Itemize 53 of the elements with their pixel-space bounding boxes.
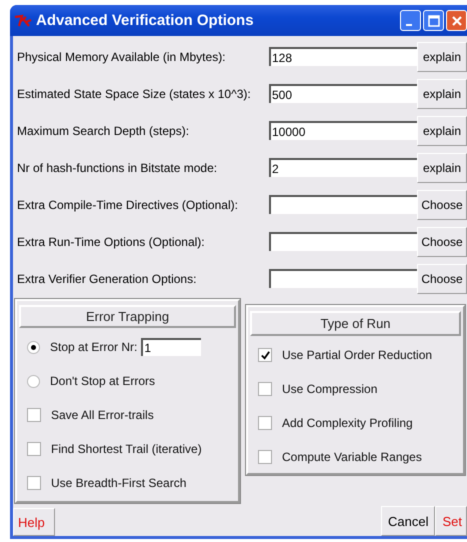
checkbox[interactable] <box>258 382 272 396</box>
option-label: Use Partial Order Reduction <box>282 348 432 362</box>
option-label: Stop at Error Nr: <box>50 340 138 354</box>
panel-title: Error Trapping <box>19 305 236 328</box>
side-button[interactable]: Choose <box>417 264 467 294</box>
field-label: Maximum Search Depth (steps): <box>16 124 190 138</box>
option-label: Use Breadth-First Search <box>51 476 186 490</box>
side-button[interactable]: Choose <box>417 190 467 220</box>
field-label: Extra Compile-Time Directives (Optional): <box>16 198 239 212</box>
side-button[interactable]: Choose <box>417 226 467 256</box>
cancel-button[interactable]: Cancel <box>381 506 436 536</box>
side-button[interactable]: explain <box>417 152 467 182</box>
input-field[interactable] <box>269 269 417 288</box>
radio-button[interactable] <box>27 374 40 388</box>
maximize-icon <box>426 14 440 28</box>
option-label: Use Compression <box>282 382 378 396</box>
input-field[interactable] <box>269 232 417 251</box>
side-button[interactable]: explain <box>417 42 467 72</box>
set-button[interactable]: Set <box>435 506 467 536</box>
input-field[interactable]: 1 <box>141 338 202 356</box>
option-label: Find Shortest Trail (iterative) <box>51 442 202 456</box>
side-button[interactable]: explain <box>417 78 467 108</box>
input-field[interactable]: 128 <box>269 47 417 66</box>
option-label: Don't Stop at Errors <box>50 374 155 388</box>
minimize-button[interactable] <box>400 10 421 31</box>
option-label: Add Complexity Profiling <box>282 416 413 430</box>
checkbox[interactable] <box>27 442 41 456</box>
minimize-icon <box>406 24 412 26</box>
radio-button[interactable] <box>27 340 40 354</box>
maximize-button[interactable] <box>423 10 444 31</box>
field-label: Nr of hash-functions in Bitstate mode: <box>16 160 218 174</box>
checkbox[interactable] <box>258 416 272 430</box>
window-title: Advanced Verification Options <box>36 12 255 29</box>
checkbox[interactable] <box>27 408 41 422</box>
close-icon <box>450 14 464 28</box>
field-label: Physical Memory Available (in Mbytes): <box>16 50 227 64</box>
checkbox[interactable] <box>258 450 272 464</box>
close-button[interactable] <box>446 10 467 31</box>
input-field[interactable]: 500 <box>269 84 417 103</box>
option-label: Save All Error-trails <box>51 408 154 422</box>
checkbox[interactable] <box>258 348 272 362</box>
checkbox[interactable] <box>27 476 41 490</box>
input-field[interactable]: 2 <box>269 158 417 177</box>
option-label: Compute Variable Ranges <box>282 450 422 464</box>
feather-logo-icon <box>14 14 32 28</box>
field-label: Extra Verifier Generation Options: <box>16 272 198 286</box>
input-field[interactable] <box>269 195 417 214</box>
side-button[interactable]: explain <box>417 116 467 146</box>
help-button[interactable]: Help <box>13 508 55 536</box>
field-label: Estimated State Space Size (states x 10^3): <box>16 86 252 100</box>
panel-title: Type of Run <box>250 311 461 336</box>
field-label: Extra Run-Time Options (Optional): <box>16 234 206 248</box>
input-field[interactable]: 10000 <box>269 121 417 140</box>
